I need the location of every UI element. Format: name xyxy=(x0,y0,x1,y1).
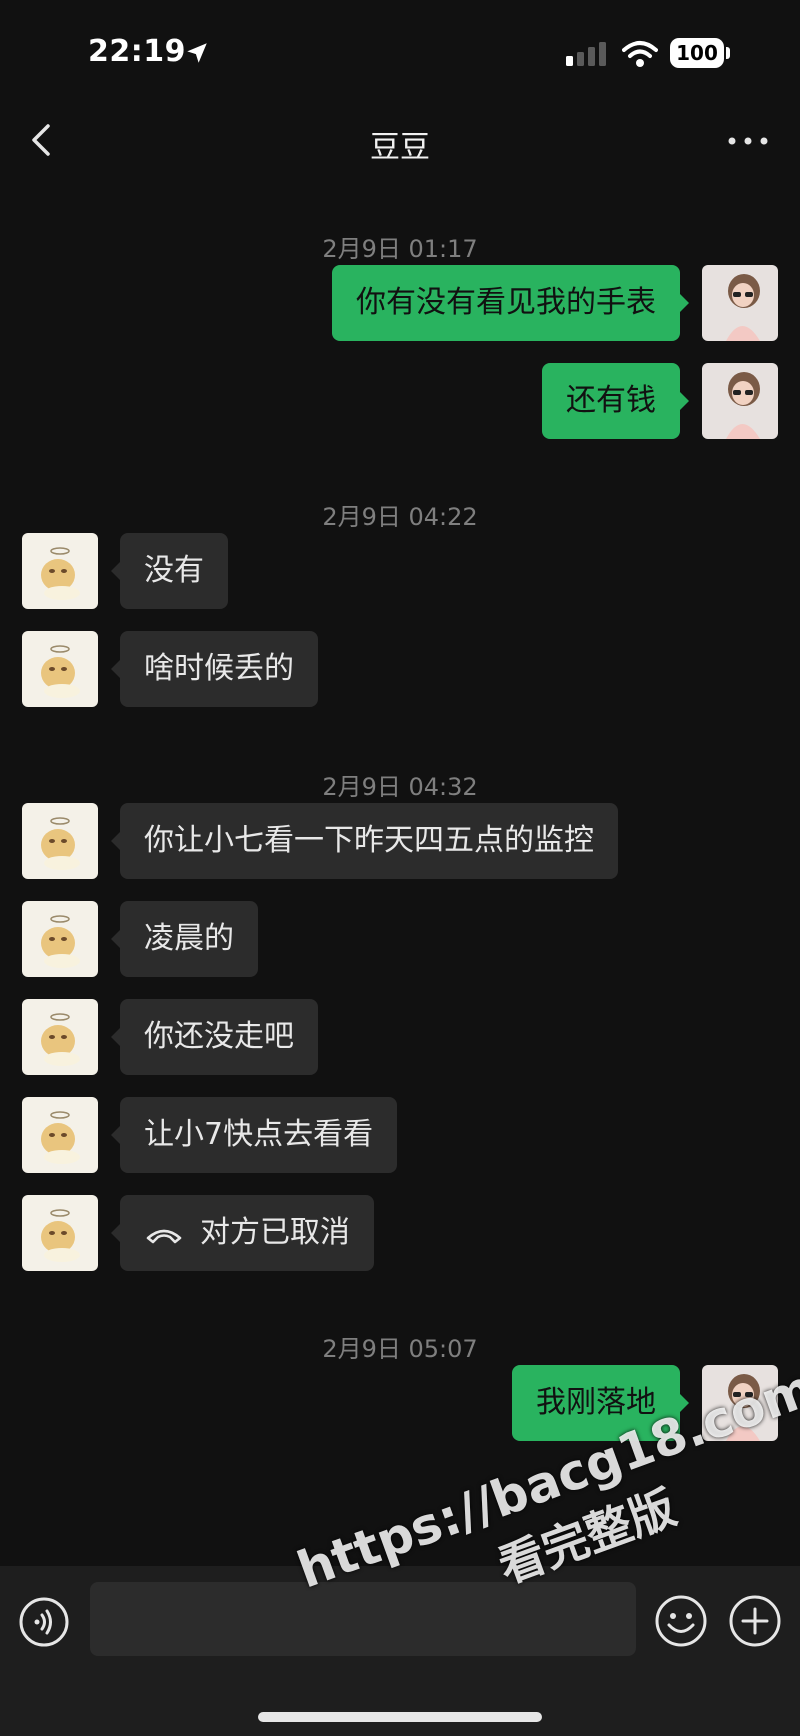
message-text: 让小7快点去看看 xyxy=(144,1117,374,1152)
message-bubble[interactable]: 你让小七看一下昨天四五点的监控 xyxy=(111,803,618,879)
message-bubble[interactable]: 让小7快点去看看 xyxy=(110,1097,398,1173)
message-text: 凌晨的 xyxy=(144,921,234,956)
message-list[interactable]: 2月9日 01:17 你有没有看见我的手表还有钱 2月9日 04:22 没有啥时候丢的… xyxy=(0,182,800,1566)
message-timestamp: 2月9日 05:07 xyxy=(322,1335,478,1363)
my-avatar[interactable] xyxy=(702,1365,778,1441)
message-text: 你还没走吧 xyxy=(144,1019,294,1054)
message-bubble[interactable]: 你还没走吧 xyxy=(111,999,318,1075)
message-text: 我刚落地 xyxy=(536,1385,656,1420)
contact-avatar[interactable] xyxy=(22,803,98,879)
my-avatar[interactable] xyxy=(702,265,778,341)
status-bar: 22:19 100 xyxy=(0,0,800,100)
emoji-icon[interactable] xyxy=(654,1594,708,1648)
input-bar xyxy=(0,1566,800,1736)
contact-avatar[interactable] xyxy=(22,901,98,977)
message-bubble[interactable]: 没有 xyxy=(111,533,228,609)
chat-title: 豆豆 xyxy=(370,130,430,165)
message-text: 没有 xyxy=(144,553,204,588)
message-bubble[interactable]: 还有钱 xyxy=(542,363,689,439)
voice-input-icon[interactable] xyxy=(18,1596,70,1648)
contact-avatar[interactable] xyxy=(22,533,98,609)
message-timestamp: 2月9日 01:17 xyxy=(322,235,478,263)
message-timestamp: 2月9日 04:22 xyxy=(322,503,478,531)
add-attachment-icon[interactable] xyxy=(728,1594,782,1648)
message-input[interactable] xyxy=(90,1582,636,1656)
message-bubble[interactable]: 凌晨的 xyxy=(111,901,258,977)
status-time: 22:19 xyxy=(88,34,186,69)
more-options-icon[interactable] xyxy=(724,126,772,156)
message-text: 你有没有看见我的手表 xyxy=(356,285,656,320)
contact-avatar[interactable] xyxy=(22,1195,98,1271)
home-indicator xyxy=(258,1712,542,1722)
message-text: 啥时候丢的 xyxy=(144,651,294,686)
message-timestamp: 2月9日 04:32 xyxy=(322,773,478,801)
chat-header: 豆豆 xyxy=(0,100,800,182)
battery-tip xyxy=(726,47,730,59)
contact-avatar[interactable] xyxy=(22,999,98,1075)
call-record-bubble[interactable]: 对方已取消 xyxy=(111,1195,374,1271)
message-bubble[interactable]: 你有没有看见我的手表 xyxy=(332,265,689,341)
battery-level: 100 xyxy=(676,41,718,65)
message-bubble[interactable]: 我刚落地 xyxy=(512,1365,689,1441)
contact-avatar[interactable] xyxy=(22,1097,98,1173)
contact-avatar[interactable] xyxy=(22,631,98,707)
wifi-icon xyxy=(622,41,658,67)
message-text: 对方已取消 xyxy=(200,1215,350,1250)
my-avatar[interactable] xyxy=(702,363,778,439)
battery-indicator: 100 xyxy=(670,38,724,68)
message-text: 还有钱 xyxy=(566,383,656,418)
message-bubble[interactable]: 啥时候丢的 xyxy=(111,631,318,707)
cellular-signal-icon xyxy=(566,42,606,66)
message-text: 你让小七看一下昨天四五点的监控 xyxy=(144,823,594,858)
phone-hangup-icon xyxy=(146,1229,182,1243)
location-arrow-icon xyxy=(187,43,207,63)
